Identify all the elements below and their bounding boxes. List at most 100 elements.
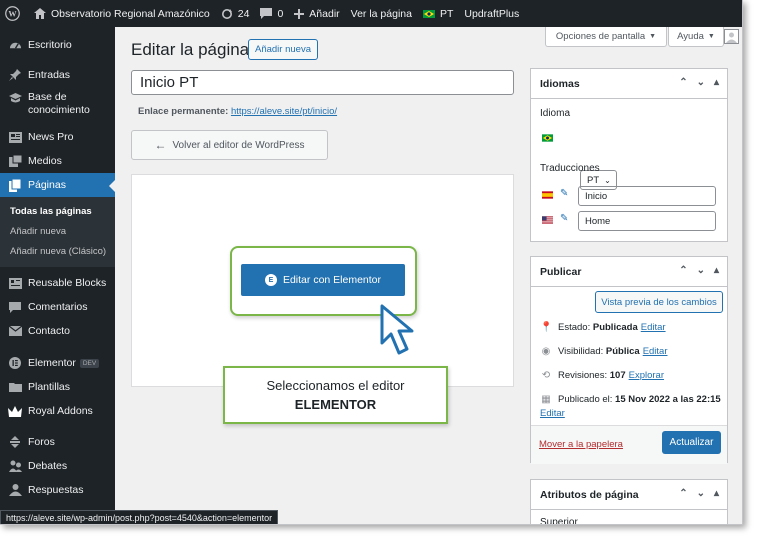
edit-date-link[interactable]: Editar — [540, 408, 565, 419]
sidebar-item-label: Reusable Blocks — [28, 277, 107, 289]
blocks-icon — [8, 276, 22, 290]
sidebar-item-foros[interactable]: Foros — [0, 430, 115, 454]
add-new-link[interactable]: Añadir — [294, 8, 340, 20]
news-icon — [8, 130, 22, 144]
brazil-flag-icon — [422, 9, 435, 18]
chevron-up-icon[interactable]: ⌃ — [679, 265, 687, 276]
sidebar-item-label: News Pro — [28, 131, 74, 143]
sidebar-item-news-pro[interactable]: News Pro — [0, 125, 115, 149]
chevron-up-icon[interactable]: ⌃ — [679, 488, 687, 499]
comment-icon — [260, 8, 273, 19]
sidebar-item-comentarios[interactable]: Comentarios — [0, 295, 115, 319]
spain-flag-icon — [542, 191, 553, 199]
chevron-down-icon[interactable]: ⌄ — [697, 265, 705, 276]
submenu-anadir-nueva-clasico[interactable]: Añadir nueva (Clásico) — [0, 241, 115, 261]
dev-badge: DEV — [79, 358, 100, 368]
toggle-icon[interactable]: ▴ — [714, 265, 719, 276]
toggle-icon[interactable]: ▴ — [714, 77, 719, 88]
revisions-row: ⟲ Revisiones: 107 Explorar — [540, 370, 664, 381]
publish-actions: Mover a la papelera Actualizar — [531, 425, 727, 464]
browse-revisions-link[interactable]: Explorar — [629, 370, 664, 381]
sidebar-item-label: Entradas — [28, 69, 71, 81]
idiomas-panel-header[interactable]: Idiomas ⌃ ⌄ ▴ — [531, 69, 727, 99]
sidebar-item-debates[interactable]: Debates — [0, 454, 115, 478]
comments-link[interactable]: 0 — [260, 8, 283, 20]
toggle-icon[interactable]: ▴ — [714, 488, 719, 499]
brazil-flag-icon — [542, 134, 553, 142]
back-to-wordpress-editor-button[interactable]: ← Volver al editor de WordPress — [131, 130, 328, 160]
sidebar-item-label: Escritorio — [28, 39, 72, 51]
admin-sidebar: Escritorio Entradas Base de conocimiento… — [0, 27, 115, 524]
edit-status-link[interactable]: Editar — [641, 322, 666, 333]
edit-visibility-link[interactable]: Editar — [643, 346, 668, 357]
publicar-panel-header[interactable]: Publicar ⌃ ⌄ ▴ — [531, 257, 727, 287]
publicar-panel: Publicar ⌃ ⌄ ▴ Vista previa de los cambi… — [530, 256, 728, 464]
status-bar-url: https://aleve.site/wp-admin/post.php?pos… — [0, 510, 279, 524]
permalink-url[interactable]: https://aleve.site/pt/inicio/ — [231, 106, 337, 117]
screen-options-button[interactable]: Opciones de pantalla ▼ — [545, 27, 667, 47]
elementor-icon: E — [264, 274, 277, 286]
folder-icon — [8, 380, 22, 394]
chevron-down-icon[interactable]: ⌄ — [697, 77, 705, 88]
sidebar-item-label: Elementor — [28, 357, 76, 369]
chevron-down-icon: ⌄ — [604, 175, 611, 185]
sidebar-item-reusable-blocks[interactable]: Reusable Blocks — [0, 271, 115, 295]
sidebar-item-elementor[interactable]: Elementor DEV — [0, 351, 115, 375]
help-label: Ayuda — [677, 31, 704, 42]
move-to-trash-link[interactable]: Mover a la papelera — [539, 439, 623, 450]
published-value: 15 Nov 2022 a las 22:15 — [615, 394, 721, 405]
post-title-value: Inicio PT — [140, 74, 199, 91]
sidebar-item-contacto[interactable]: Contacto — [0, 319, 115, 343]
forum-icon — [8, 435, 22, 449]
arrow-left-icon: ← — [154, 138, 167, 152]
comments-count: 0 — [277, 7, 284, 20]
sidebar-item-escritorio[interactable]: Escritorio — [0, 32, 115, 58]
submenu-anadir-nueva[interactable]: Añadir nueva — [0, 221, 115, 241]
translation-es-input[interactable]: Inicio — [578, 186, 716, 206]
site-name-link[interactable]: Observatorio Regional Amazónico — [34, 8, 210, 20]
home-icon — [34, 8, 46, 19]
permalink-label: Enlace permanente: — [138, 106, 229, 117]
panel-controls: ⌃ ⌄ ▴ — [679, 488, 719, 499]
edit-with-elementor-button[interactable]: E Editar con Elementor — [241, 264, 405, 296]
comment-icon — [8, 300, 22, 314]
wordpress-logo-icon[interactable]: W — [0, 6, 30, 21]
help-button[interactable]: Ayuda ▼ — [668, 27, 724, 47]
avatar[interactable] — [724, 29, 739, 44]
sidebar-item-royal-addons[interactable]: Royal Addons — [0, 399, 115, 423]
sidebar-item-respuestas[interactable]: Respuestas — [0, 478, 115, 502]
idiomas-title: Idiomas — [540, 77, 580, 90]
language-label: PT — [439, 7, 454, 20]
preview-changes-button[interactable]: Vista previa de los cambios — [595, 291, 723, 313]
translation-en-input[interactable]: Home — [578, 211, 716, 231]
view-page-link[interactable]: Ver la página — [351, 8, 412, 20]
post-title-input[interactable]: Inicio PT — [131, 70, 514, 95]
admin-bar: W Observatorio Regional Amazónico 24 0 A… — [0, 0, 742, 27]
sidebar-item-base-conocimiento[interactable]: Base de conocimiento — [0, 87, 115, 125]
sidebar-item-label: Páginas — [28, 179, 66, 191]
chevron-up-icon[interactable]: ⌃ — [679, 77, 687, 88]
atributos-panel-header[interactable]: Atributos de página ⌃ ⌄ ▴ — [531, 480, 727, 510]
browser-frame: W Observatorio Regional Amazónico 24 0 A… — [0, 0, 743, 525]
callout-line-1: Seleccionamos el editor — [266, 378, 405, 393]
updates-count: 24 — [237, 7, 250, 20]
add-new-button[interactable]: Añadir nueva — [248, 39, 318, 60]
visibility-label: Visibilidad: — [558, 346, 604, 357]
sidebar-item-plantillas[interactable]: Plantillas — [0, 375, 115, 399]
pencil-icon[interactable]: ✎ — [560, 188, 568, 199]
published-label: Publicado el: — [558, 394, 613, 405]
replies-icon — [8, 483, 22, 497]
sidebar-item-entradas[interactable]: Entradas — [0, 63, 115, 87]
sidebar-item-paginas[interactable]: Páginas — [0, 173, 115, 197]
vertical-scrollbar[interactable]: ▲ ▼ — [742, 0, 743, 524]
language-switcher[interactable]: PT — [422, 7, 454, 20]
sidebar-item-medios[interactable]: Medios — [0, 149, 115, 173]
update-button[interactable]: Actualizar — [662, 431, 721, 454]
chevron-down-icon[interactable]: ⌄ — [697, 488, 705, 499]
updates-link[interactable]: 24 — [221, 7, 250, 20]
pencil-icon[interactable]: ✎ — [560, 213, 568, 224]
updraftplus-link[interactable]: UpdraftPlus — [464, 8, 519, 20]
submenu-todas-paginas[interactable]: Todas las páginas — [0, 201, 115, 221]
dashboard-icon — [8, 38, 22, 52]
publicar-title: Publicar — [540, 265, 582, 278]
